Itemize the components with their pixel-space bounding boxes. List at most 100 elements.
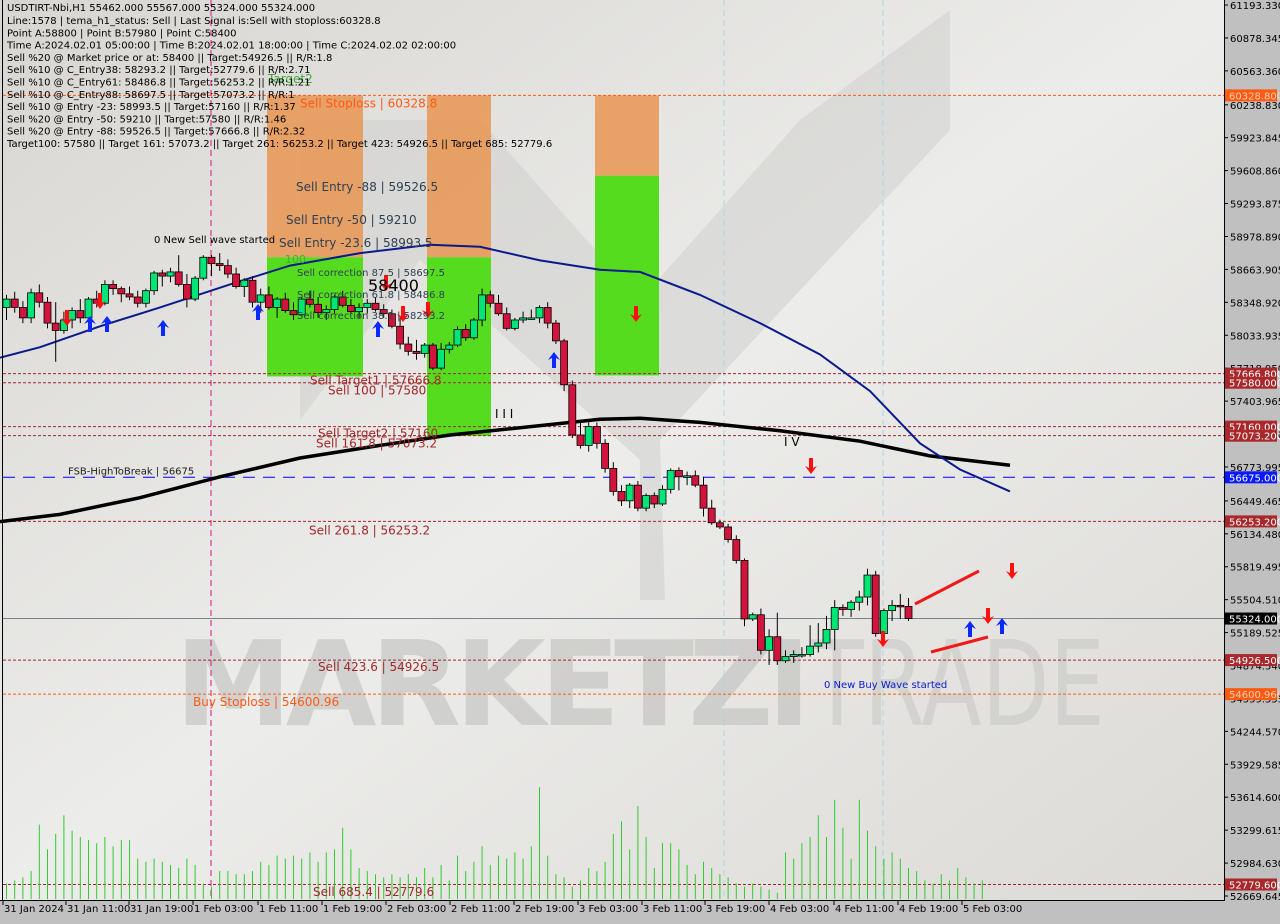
bull-candle-body: [166, 271, 175, 277]
bull-candle-body: [141, 290, 150, 304]
info-line: Sell %20 @ Entry -88: 59526.5 || Target:…: [7, 127, 305, 138]
bear-candle-body: [601, 442, 609, 469]
price-tick-label: 54244.570: [1230, 727, 1280, 738]
time-tick-label: 4 Feb 19:00: [899, 904, 958, 915]
bear-candle-body: [207, 256, 216, 264]
price-tick-label: 61193.330: [1230, 1, 1280, 12]
price-tick-label: 59608.860: [1230, 167, 1280, 178]
bull-candle-body: [535, 307, 544, 319]
bear-candle-body: [264, 294, 273, 308]
bear-candle-body: [896, 604, 905, 608]
stoploss-label: Buy Stoploss | 54600.96: [193, 695, 339, 709]
bull-candle-body: [830, 607, 839, 630]
chart-container[interactable]: MARKETZI TRADE Sell Stoploss | 60328.8 Se…: [0, 0, 1280, 920]
bear-candle-body: [740, 560, 749, 620]
bull-candle-body: [191, 277, 200, 300]
bull-candle-body: [363, 302, 372, 308]
target-label: Sell 423.6 | 54926.5: [318, 660, 439, 674]
time-tick-label: 3 Feb 11:00: [643, 904, 702, 915]
bull-candle-body: [748, 614, 757, 620]
info-line: Sell %20 @ Entry -50: 59210 || Target:57…: [7, 114, 286, 125]
target-label: Sell 161.8 | 57073.2: [316, 437, 437, 451]
candle: [510, 317, 519, 331]
fsb-label: FSB-HighToBreak | 56675: [68, 466, 194, 477]
bear-candle-body: [839, 607, 847, 610]
bull-candle-body: [240, 279, 249, 287]
time-tick-label: 3 Feb 03:00: [579, 904, 638, 915]
price-label-text: 54926.500: [1229, 656, 1280, 667]
bull-candle-body: [683, 475, 691, 478]
bull-candle-body: [888, 604, 896, 611]
bear-candle-body: [404, 343, 413, 352]
bear-candle-body: [699, 484, 708, 509]
bull-candle-body: [101, 284, 109, 304]
bull-candle-body: [863, 574, 872, 598]
bear-candle-body: [109, 284, 117, 290]
time-tick-label: 1 Feb 19:00: [323, 904, 382, 915]
info-line: Sell %10 @ C_Entry61: 58486.8 || Target:…: [7, 78, 310, 89]
bull-candle-body: [666, 470, 675, 490]
price-tick-label: 53929.585: [1230, 760, 1280, 771]
candle: [560, 338, 568, 392]
price-label-text: 56675.000: [1229, 473, 1280, 484]
bear-candle-body: [543, 307, 552, 324]
stoploss-zone: [595, 95, 659, 176]
bull-candle-body: [445, 344, 454, 350]
price-label-text: 57073.200: [1229, 432, 1280, 443]
time-tick-label: 1 Feb 03:00: [194, 904, 253, 915]
bear-candle-body: [281, 298, 290, 311]
bear-candle-body: [576, 434, 585, 446]
bear-candle-body: [76, 310, 85, 319]
time-tick-label: 5 Feb 03:00: [963, 904, 1022, 915]
bear-candle-body: [502, 313, 511, 329]
candle: [552, 319, 560, 345]
price-tick-label: 58978.890: [1230, 232, 1280, 243]
bear-candle-body: [396, 325, 405, 345]
bear-candle-body: [486, 294, 495, 304]
info-line: Point A:58800 | Point B:57980 | Point C:…: [7, 28, 237, 39]
candle: [601, 439, 609, 473]
info-line: Sell %20 @ Market price or at: 58400 || …: [7, 53, 332, 64]
bull-candle-body: [781, 656, 790, 662]
candle: [191, 276, 200, 302]
time-tick-label: 3 Feb 19:00: [706, 904, 765, 915]
bear-candle-body: [461, 328, 470, 339]
time-tick-label: 31 Jan 2024: [4, 904, 64, 915]
bull-candle-body: [880, 610, 888, 634]
bull-candle-body: [765, 636, 773, 651]
bull-candle-body: [469, 319, 478, 339]
price-tick-label: 60563.360: [1230, 67, 1280, 78]
bear-candle-body: [215, 263, 224, 267]
info-line: Line:1578 | tema_h1_status: Sell | Last …: [7, 16, 381, 27]
price-tick-label: 60238.830: [1230, 101, 1280, 112]
price-tick-label: 56134.480: [1230, 530, 1280, 541]
price-label-text: 60328.800: [1229, 91, 1280, 102]
target-label: Sell 685.4 | 52779.6: [313, 885, 434, 899]
bull-candle-body: [798, 654, 806, 657]
bull-candle-body: [527, 317, 536, 320]
candle: [757, 608, 765, 655]
bull-candle-body: [822, 629, 831, 644]
info-line: Sell %10 @ Entry -23: 58993.5 || Target:…: [7, 102, 296, 113]
bull-candle-body: [519, 317, 527, 321]
new-buy-wave-label: 0 New Buy Wave started: [824, 680, 947, 691]
price-tick-label: 60878.345: [1230, 34, 1280, 45]
price-chart[interactable]: MARKETZI TRADE Sell Stoploss | 60328.8Se…: [0, 0, 1280, 920]
candle: [740, 558, 749, 627]
bear-candle-body: [232, 273, 241, 287]
price-tick-label: 53614.600: [1230, 793, 1280, 804]
bear-candle-body: [552, 322, 560, 342]
bull-candle-body: [642, 495, 650, 509]
bull-candle-body: [199, 256, 208, 279]
price-tick-label: 53299.615: [1230, 826, 1280, 837]
price-label-text: 57580.000: [1229, 379, 1280, 390]
bear-candle-body: [174, 271, 183, 285]
time-tick-label: 4 Feb 11:00: [835, 904, 894, 915]
bear-candle-body: [675, 470, 683, 478]
price-tick-label: 57403.965: [1230, 397, 1280, 408]
fib-100-label: 100: [285, 253, 306, 266]
bear-candle-body: [133, 296, 142, 304]
price-tick-label: 52669.645: [1230, 892, 1280, 903]
bull-candle-body: [814, 642, 823, 647]
info-line: Sell %10 @ C_Entry88: 58697.5 || Target:…: [7, 90, 295, 101]
